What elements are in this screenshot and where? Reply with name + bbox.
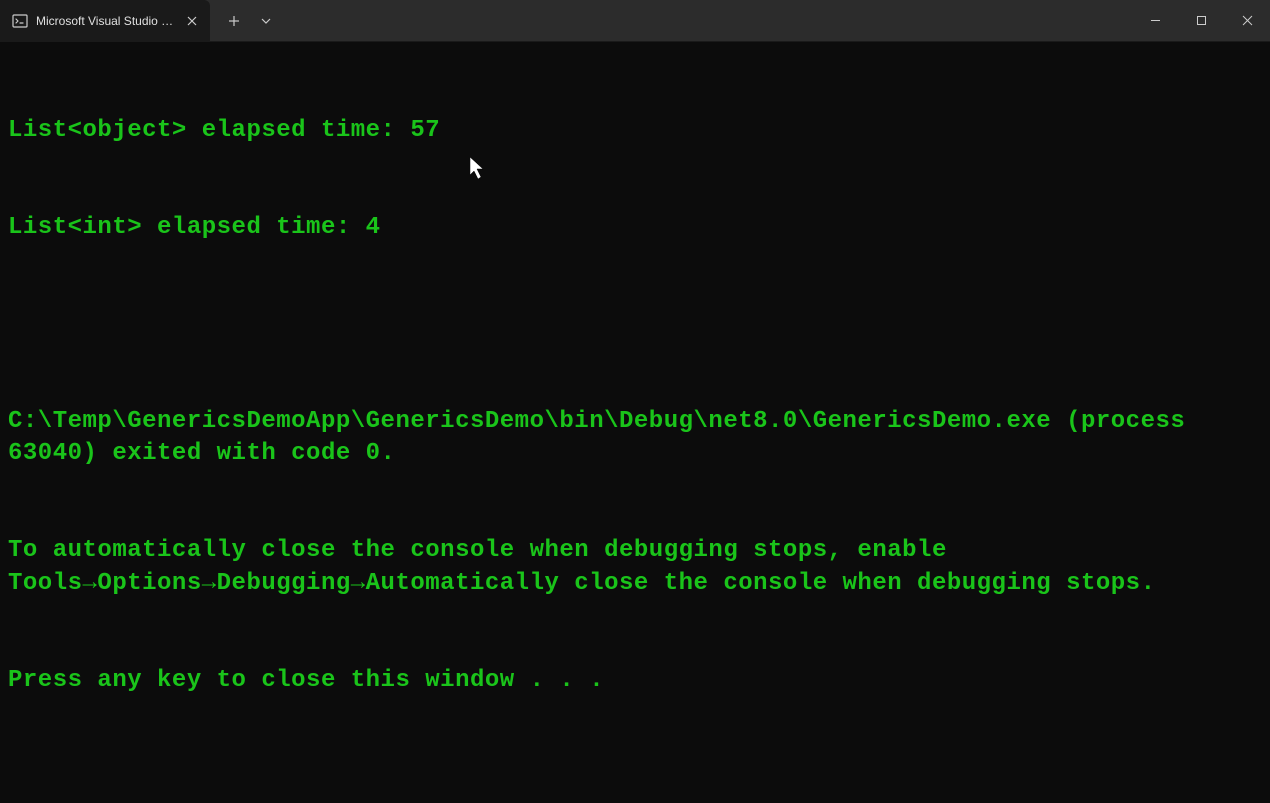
console-line: C:\Temp\GenericsDemoApp\GenericsDemo\bin…	[8, 406, 1262, 471]
maximize-button[interactable]	[1178, 0, 1224, 41]
blank-line	[8, 309, 1262, 341]
minimize-button[interactable]	[1132, 0, 1178, 41]
close-window-button[interactable]	[1224, 0, 1270, 41]
console-line: Press any key to close this window . . .	[8, 665, 1262, 697]
tab-dropdown-button[interactable]	[250, 5, 282, 37]
new-tab-button[interactable]	[218, 5, 250, 37]
titlebar-left: Microsoft Visual Studio Debug	[0, 0, 282, 41]
titlebar-actions	[218, 5, 282, 37]
tab[interactable]: Microsoft Visual Studio Debug	[0, 0, 210, 41]
tab-title: Microsoft Visual Studio Debug	[36, 14, 174, 28]
terminal-icon	[12, 13, 28, 29]
console-line: List<int> elapsed time: 4	[8, 212, 1262, 244]
tab-close-button[interactable]	[182, 11, 202, 31]
console-output[interactable]: List<object> elapsed time: 57 List<int> …	[0, 42, 1270, 803]
window-controls	[1132, 0, 1270, 41]
console-line: List<object> elapsed time: 57	[8, 115, 1262, 147]
console-line: To automatically close the console when …	[8, 535, 1262, 600]
titlebar: Microsoft Visual Studio Debug	[0, 0, 1270, 42]
